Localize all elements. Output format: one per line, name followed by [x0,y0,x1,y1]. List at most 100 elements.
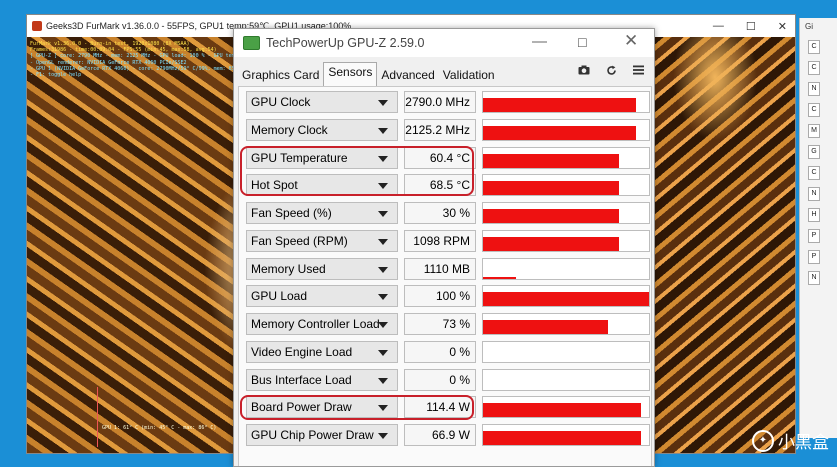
sensor-name-dropdown[interactable]: GPU Chip Power Draw [246,424,398,446]
furmark-window-controls: — ☐ ✕ [713,15,787,37]
sensor-value: 2790.0 MHz [404,91,476,113]
gpuz-app-icon [243,36,260,50]
chevron-down-icon [378,127,388,134]
tab-sensors[interactable]: Sensors [323,62,378,86]
watermark-text: 小黑盒 [778,433,829,452]
tab-validation[interactable]: Validation [439,66,499,86]
maximize-icon[interactable]: ☐ [746,20,756,33]
sensor-graph-bar [483,236,619,251]
watermark: ✦ 小黑盒 [752,428,829,453]
sensor-name-dropdown[interactable]: Fan Speed (RPM) [246,229,398,252]
side-window-row[interactable]: N [800,267,837,288]
camera-icon[interactable] [578,65,590,79]
refresh-icon[interactable] [606,65,617,79]
sensor-name-dropdown[interactable]: Memory Clock [246,118,398,141]
sensor-name-dropdown[interactable]: Memory Controller Load [246,313,398,335]
sensor-name: Video Engine Load [251,344,353,359]
chevron-down-icon [378,322,388,328]
tab-advanced[interactable]: Advanced [377,66,438,86]
close-icon[interactable]: ✕ [778,20,787,33]
watermark-logo-icon: ✦ [752,429,774,452]
side-window-letter: G [808,144,820,159]
sensor-value: 2125.2 MHz [404,118,476,141]
sensor-graph-bar [483,403,641,418]
sensor-name: GPU Clock [251,95,311,109]
sensor-name-dropdown[interactable]: GPU Clock [246,91,398,113]
sensor-graph-bar [483,125,636,140]
side-window-letter: H [808,207,820,222]
sensor-graph [482,396,650,419]
sensor-value: 66.9 W [404,424,476,446]
side-window-letter: P [808,249,820,264]
sensor-name-dropdown[interactable]: Video Engine Load [246,340,398,363]
highlight-temperature [240,146,474,196]
sensor-graph-bar [483,292,649,307]
tab-graphics-card[interactable]: Graphics Card [238,66,323,86]
sensor-row-fan-speed-rpm: Fan Speed (RPM) 1098 RPM [246,229,650,252]
sensor-name: GPU Load [251,289,308,304]
minimize-icon[interactable]: — [532,33,547,50]
sensor-row-memory-clock: Memory Clock 2125.2 MHz [246,118,650,141]
chevron-down-icon [378,211,388,217]
furmark-render-right [655,37,795,453]
side-window-letter: N [808,270,820,285]
close-icon[interactable]: ✕ [624,31,638,51]
sensor-graph-bar [483,98,636,112]
sensor-name-dropdown[interactable]: Fan Speed (%) [246,202,398,224]
sensor-name: Memory Controller Load [251,317,380,331]
sensor-graph [482,257,650,280]
side-window-row[interactable]: P [800,246,837,267]
sensor-name-dropdown[interactable]: Bus Interface Load [246,368,398,391]
sensor-row-bus-interface-load: Bus Interface Load 0 % [246,368,650,391]
sensor-graph-bar [483,209,619,223]
sensor-graph [482,146,650,169]
side-window-letter: N [808,186,820,201]
chevron-down-icon [378,294,388,301]
side-window-letter: N [808,81,820,96]
temperature-graph: GPU 1: 61° C (min: 45° C - max: 86° C) [97,387,238,447]
sensor-name-dropdown[interactable]: Memory Used [246,257,398,280]
chevron-down-icon [378,266,388,273]
sensor-value: 73 % [404,313,476,335]
sensor-value: 100 % [404,285,476,308]
side-window-row[interactable]: N [800,78,837,99]
sensor-name: Fan Speed (%) [251,206,332,220]
side-window-row[interactable]: P [800,225,837,246]
menu-icon[interactable] [633,65,644,79]
sensor-name: Bus Interface Load [251,372,352,387]
sensor-graph [482,229,650,252]
sensor-graph-bar [483,276,516,279]
chevron-down-icon [378,433,388,439]
side-window-row[interactable]: C [800,162,837,183]
sensor-value: 0 % [404,340,476,363]
side-window: Gi CCNCMGCNHPPN [799,18,837,438]
gpuz-toolbar [578,65,644,79]
gpuz-titlebar: TechPowerUp GPU-Z 2.59.0 — ☐ ✕ [234,29,654,57]
side-window-row[interactable]: H [800,204,837,225]
sensor-graph-bar [483,320,608,334]
sensor-row-memory-used: Memory Used 1110 MB [246,257,650,280]
side-window-row[interactable]: N [800,183,837,204]
sensor-graph [482,285,650,308]
side-window-row[interactable]: G [800,141,837,162]
sensor-row-video-engine-load: Video Engine Load 0 % [246,340,650,363]
side-window-row[interactable]: C [800,57,837,78]
sensor-graph-bar [483,181,619,196]
side-window-row[interactable]: C [800,36,837,57]
gpuz-tabs: Graphics Card Sensors Advanced Validatio… [238,62,499,86]
sensor-row-gpu-clock: GPU Clock 2790.0 MHz [246,91,650,113]
side-window-row[interactable]: M [800,120,837,141]
gpuz-title: TechPowerUp GPU-Z 2.59.0 [266,36,425,50]
sensor-graph [482,202,650,224]
maximize-icon[interactable]: ☐ [577,36,588,50]
side-window-letter: P [808,228,820,243]
chevron-down-icon [378,100,388,106]
minimize-icon[interactable]: — [713,20,724,32]
sensor-value: 0 % [404,368,476,391]
sensor-graph-bar [483,153,619,168]
furmark-app-icon [32,21,42,31]
sensor-name-dropdown[interactable]: GPU Load [246,285,398,308]
side-window-letter: C [808,60,820,75]
sensor-row-memory-controller-load: Memory Controller Load 73 % [246,313,650,335]
side-window-row[interactable]: C [800,99,837,120]
